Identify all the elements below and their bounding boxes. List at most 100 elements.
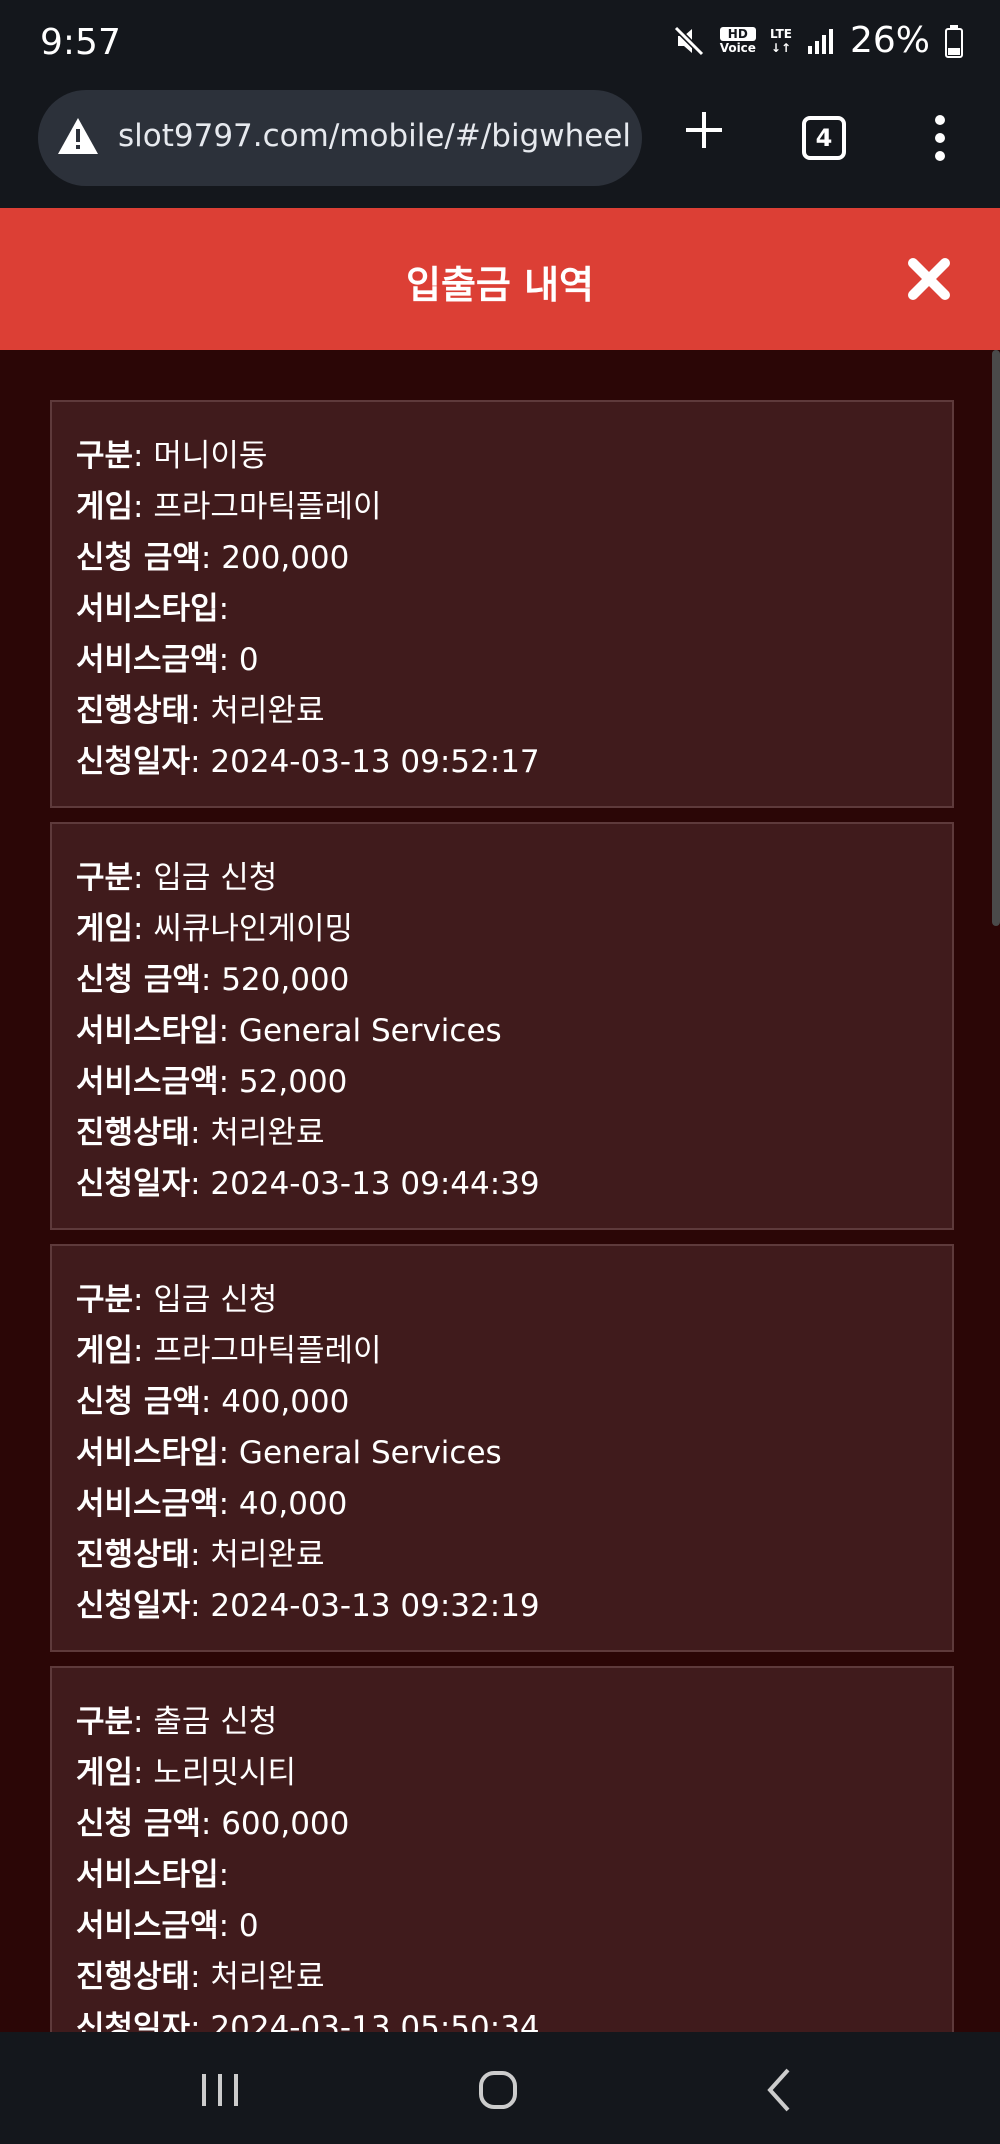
warning-icon[interactable] [56,116,100,156]
more-menu-icon[interactable] [920,110,960,166]
battery-percent: 26% [849,20,930,61]
voice-label: Voice [719,40,756,55]
transaction-list[interactable]: 구분: 머니이동 게임: 프라그마틱플레이 신청 금액: 200,000 서비스… [0,350,992,2032]
status-label: 진행상태 [76,693,191,729]
service-amount-row: 서비스금액: 52,000 [76,1064,348,1100]
amount-row: 신청 금액: 600,000 [76,1806,350,1842]
scrollbar[interactable] [992,350,1000,2032]
game-row: 게임: 노리밋시티 [76,1755,296,1791]
amount-label: 신청 금액 [76,1806,201,1842]
amount-label: 신청 금액 [76,1384,201,1420]
browser-toolbar: slot9797.com/mobile/#/bigwheel 4 [0,88,1000,206]
service-amount-label: 서비스금액 [76,1908,219,1944]
game-row: 게임: 프라그마틱플레이 [76,1333,382,1369]
modal-title: 입출금 내역 [405,263,595,307]
status-value: 처리완료 [210,1115,325,1151]
transaction-card: 구분: 입금 신청 게임: 씨큐나인게이밍 신청 금액: 520,000 서비스… [50,822,954,1230]
date-label: 신청일자 [76,2010,191,2032]
address-bar[interactable]: slot9797.com/mobile/#/bigwheel [38,90,642,186]
mute-icon [673,25,704,56]
hd-label: HD [719,26,756,41]
game-label: 게임 [76,1755,134,1791]
game-label: 게임 [76,489,134,525]
status-value: 처리완료 [210,693,325,729]
service-amount-row: 서비스금액: 0 [76,642,259,678]
transaction-card: 구분: 출금 신청 게임: 노리밋시티 신청 금액: 600,000 서비스타입… [50,1666,954,2032]
amount-label: 신청 금액 [76,540,201,576]
category-label: 구분 [76,1704,134,1740]
game-value: 씨큐나인게이밍 [153,911,353,947]
date-row: 신청일자: 2024-03-13 09:32:19 [76,1588,540,1624]
category-value: 입금 신청 [153,1282,278,1318]
category-row: 구분: 입금 신청 [76,860,278,896]
battery-icon [945,24,963,58]
amount-row: 신청 금액: 520,000 [76,962,350,998]
amount-value: 400,000 [221,1384,350,1420]
amount-value: 520,000 [221,962,350,998]
service-amount-row: 서비스금액: 40,000 [76,1486,348,1522]
home-icon[interactable] [468,2060,528,2120]
service-type-label: 서비스타입 [76,1435,219,1471]
service-amount-row: 서비스금액: 0 [76,1908,259,1944]
service-amount-label: 서비스금액 [76,1064,219,1100]
status-row: 진행상태: 처리완료 [76,693,325,729]
date-row: 신청일자: 2024-03-13 09:44:39 [76,1166,540,1202]
tab-switcher-button[interactable]: 4 [802,116,846,160]
status-label: 진행상태 [76,1959,191,1995]
category-label: 구분 [76,438,134,474]
service-amount-label: 서비스금액 [76,1486,219,1522]
amount-value: 200,000 [221,540,350,576]
service-type-row: 서비스타입: [76,591,230,627]
game-label: 게임 [76,1333,134,1369]
category-value: 입금 신청 [153,860,278,896]
date-value: 2024-03-13 05:50:34 [210,2010,540,2032]
service-type-row: 서비스타입: General Services [76,1013,502,1049]
service-amount-value: 52,000 [238,1064,348,1100]
service-amount-label: 서비스금액 [76,642,219,678]
service-type-row: 서비스타입: [76,1857,230,1893]
service-amount-value: 40,000 [238,1486,348,1522]
scrollbar-thumb[interactable] [992,350,1000,926]
transaction-card: 구분: 입금 신청 게임: 프라그마틱플레이 신청 금액: 400,000 서비… [50,1244,954,1652]
status-label: 진행상태 [76,1537,191,1573]
transaction-card: 구분: 머니이동 게임: 프라그마틱플레이 신청 금액: 200,000 서비스… [50,400,954,808]
amount-row: 신청 금액: 200,000 [76,540,350,576]
service-amount-value: 0 [238,1908,259,1944]
amount-value: 600,000 [221,1806,350,1842]
status-value: 처리완료 [210,1959,325,1995]
status-value: 처리완료 [210,1537,325,1573]
lte-label: LTE [769,26,792,41]
game-label: 게임 [76,911,134,947]
hd-voice-icon: HD Voice [719,26,756,55]
date-value: 2024-03-13 09:44:39 [210,1166,540,1202]
close-icon[interactable] [906,256,952,302]
modal-header: 입출금 내역 [0,208,1000,350]
date-label: 신청일자 [76,1588,191,1624]
recent-apps-icon[interactable] [190,2060,250,2120]
status-bar: 9:57 HD Voice LTE ↓↑ 26% [0,0,1000,88]
service-type-value: General Services [238,1435,502,1471]
date-value: 2024-03-13 09:32:19 [210,1588,540,1624]
category-value: 머니이동 [153,438,268,474]
category-row: 구분: 출금 신청 [76,1704,278,1740]
category-value: 출금 신청 [153,1704,278,1740]
service-type-row: 서비스타입: General Services [76,1435,502,1471]
amount-row: 신청 금액: 400,000 [76,1384,350,1420]
date-value: 2024-03-13 09:52:17 [210,744,540,780]
service-type-label: 서비스타입 [76,1013,219,1049]
service-type-label: 서비스타입 [76,591,219,627]
status-time: 9:57 [40,22,121,63]
status-row: 진행상태: 처리완료 [76,1959,325,1995]
back-icon[interactable] [750,2060,810,2120]
service-amount-value: 0 [238,642,259,678]
category-label: 구분 [76,860,134,896]
new-tab-button[interactable] [676,102,732,158]
game-value: 프라그마틱플레이 [153,1333,382,1369]
status-icons: HD Voice LTE ↓↑ 26% [672,20,964,61]
status-row: 진행상태: 처리완료 [76,1115,325,1151]
game-row: 게임: 프라그마틱플레이 [76,489,382,525]
date-row: 신청일자: 2024-03-13 09:52:17 [76,744,540,780]
service-type-value: General Services [238,1013,502,1049]
url-text[interactable]: slot9797.com/mobile/#/bigwheel [118,118,631,154]
game-row: 게임: 씨큐나인게이밍 [76,911,353,947]
